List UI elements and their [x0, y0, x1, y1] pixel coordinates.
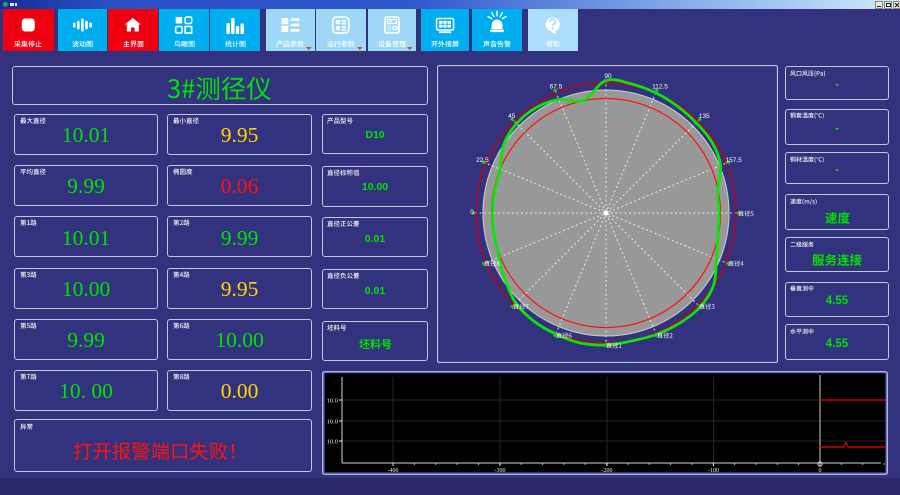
svg-text:22.5: 22.5 — [476, 157, 489, 164]
svg-text:10.0: 10.0 — [327, 439, 338, 446]
svg-text:90: 90 — [604, 73, 612, 80]
svg-text:45: 45 — [508, 113, 516, 120]
svg-text:-200: -200 — [602, 468, 613, 474]
svg-text:0: 0 — [819, 468, 822, 474]
svg-text:157.5: 157.5 — [725, 157, 742, 164]
svg-text:135: 135 — [699, 113, 710, 120]
svg-text:0: 0 — [470, 209, 474, 216]
svg-text:10.0: 10.0 — [327, 419, 338, 426]
svg-text:67.5: 67.5 — [550, 83, 563, 90]
svg-text:-300: -300 — [495, 468, 506, 474]
svg-text:112.5: 112.5 — [652, 83, 668, 90]
svg-text:-100: -100 — [708, 468, 719, 474]
svg-text:-400: -400 — [388, 468, 399, 474]
svg-text:10.0: 10.0 — [327, 398, 338, 405]
